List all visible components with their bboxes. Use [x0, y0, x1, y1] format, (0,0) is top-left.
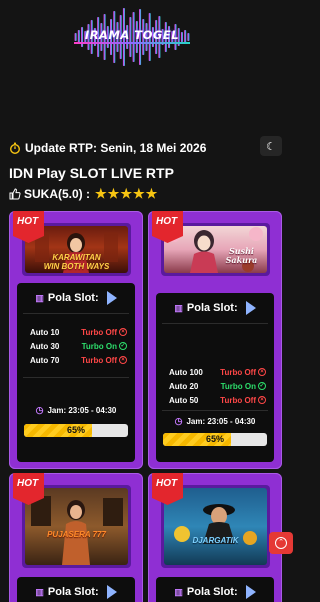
pattern-row: Auto 100 Turbo Off ×: [156, 365, 274, 379]
bar-chart-icon: ▥: [35, 292, 44, 303]
bar-chart-icon: ▥: [174, 586, 183, 597]
divider: [162, 410, 268, 411]
pola-header: ▥ Pola Slot:: [17, 585, 135, 599]
moon-icon: ☾: [266, 140, 276, 153]
pola-label: Pola Slot:: [186, 586, 238, 598]
pola-header: ▥ Pola Slot:: [17, 291, 135, 305]
play-icon[interactable]: [245, 301, 256, 315]
play-icon[interactable]: [245, 585, 256, 599]
turbo-status: Turbo Off ×: [81, 328, 127, 337]
pattern-row: Auto 10 Turbo Off ×: [17, 325, 135, 339]
auto-spin: Auto 30: [30, 341, 60, 351]
turbo-status: Turbo Off ×: [81, 356, 127, 365]
pola-label: Pola Slot:: [47, 292, 99, 304]
divider: [23, 377, 129, 378]
bar-chart-icon: ▥: [174, 302, 183, 313]
jam-label: Jam: 23:05 - 04:30: [186, 417, 256, 426]
rtp-progress-label: 65%: [66, 425, 85, 435]
pola-panel: ▥ Pola Slot:: [17, 577, 135, 602]
rating: SUKA(5.0) : ★★★★★: [9, 186, 158, 202]
pola-label: Pola Slot:: [186, 302, 238, 314]
jam-label: Jam: 23:05 - 04:30: [47, 406, 117, 415]
game-title: KARAWITAN WIN BOTH WAYS: [43, 253, 110, 271]
pattern-list: Auto 100 Turbo Off × Auto 20 Turbo On ✓ Au…: [156, 365, 274, 407]
theme-toggle-button[interactable]: ☾: [260, 136, 282, 156]
play-icon[interactable]: [106, 585, 117, 599]
scroll-top-button[interactable]: ⌃: [269, 532, 293, 554]
x-circle-icon: ×: [119, 328, 127, 337]
x-circle-icon: ×: [119, 356, 127, 365]
game-card-pujasera[interactable]: HOT PUJASERA 777 ▥ Pola Slot:: [9, 473, 143, 602]
check-circle-icon: ✓: [119, 342, 127, 351]
pola-panel: ▥ Pola Slot:: [156, 577, 274, 602]
hot-badge: HOT: [17, 478, 39, 489]
pola-header: ▥ Pola Slot:: [156, 301, 274, 315]
turbo-status: Turbo Off ×: [220, 396, 266, 405]
equalizer-bar: [187, 33, 190, 41]
chevron-up-icon: ⌃: [275, 537, 287, 549]
game-card-djargatik[interactable]: HOT DJARGATIK ▥ Pola Slot:: [148, 473, 282, 602]
game-title: PUJASERA 777: [47, 530, 106, 539]
rtp-progress-bar: 65%: [163, 433, 267, 446]
logo-text: IRAMA TOGEL: [84, 28, 180, 42]
check-circle-icon: ✓: [258, 382, 266, 391]
brand-logo[interactable]: IRAMA TOGEL: [74, 6, 190, 68]
update-rtp-label: Update RTP: Senin, 18 Mei 2026: [25, 141, 207, 155]
game-card-sushi-sakura[interactable]: HOT Sushi Sakura ▥ Pola Slot: Auto 100 T…: [148, 211, 282, 469]
pola-panel: ▥ Pola Slot: Auto 100 Turbo Off × Auto 20…: [156, 293, 274, 462]
rtp-progress-label: 65%: [205, 434, 224, 444]
divider: [23, 313, 129, 314]
x-circle-icon: ×: [258, 396, 266, 405]
pattern-row: Auto 30 Turbo On ✓: [17, 339, 135, 353]
update-rtp: Update RTP: Senin, 18 Mei 2026: [9, 141, 206, 155]
x-circle-icon: ×: [258, 368, 266, 377]
thumbs-up-icon: [9, 188, 21, 200]
pattern-row: Auto 50 Turbo Off ×: [156, 393, 274, 407]
rating-stars: ★★★★★: [95, 186, 159, 201]
turbo-status: Turbo On ✓: [220, 381, 266, 391]
bar-chart-icon: ▥: [35, 586, 44, 597]
logo-underline: [74, 42, 190, 44]
auto-spin: Auto 100: [169, 367, 203, 377]
play-icon[interactable]: [106, 291, 117, 305]
pola-header: ▥ Pola Slot:: [156, 585, 274, 599]
page-title: IDN Play SLOT LIVE RTP: [9, 165, 174, 181]
stopwatch-icon: [10, 142, 20, 154]
pola-label: Pola Slot:: [47, 586, 99, 598]
pola-panel: ▥ Pola Slot: Auto 10 Turbo Off × Auto 30 …: [17, 283, 135, 462]
divider: [162, 323, 268, 324]
pattern-row: Auto 70 Turbo Off ×: [17, 353, 135, 367]
game-title: Sushi Sakura: [225, 246, 258, 265]
rating-label: SUKA(5.0) :: [24, 187, 91, 201]
jam-time: ◷ Jam: 23:05 - 04:30: [156, 416, 274, 427]
jam-time: ◷ Jam: 23:05 - 04:30: [17, 405, 135, 416]
auto-spin: Auto 70: [30, 355, 60, 365]
auto-spin: Auto 10: [30, 327, 60, 337]
hot-badge: HOT: [17, 216, 39, 227]
game-title: DJARGATIK: [192, 536, 239, 545]
turbo-status: Turbo On ✓: [81, 341, 127, 351]
pattern-list: Auto 10 Turbo Off × Auto 30 Turbo On ✓ Aut…: [17, 325, 135, 367]
pattern-row: Auto 20 Turbo On ✓: [156, 379, 274, 393]
hot-badge: HOT: [156, 478, 178, 489]
clock-icon: ◷: [35, 405, 44, 415]
game-card-karawitan[interactable]: HOT KARAWITAN WIN BOTH WAYS ▥ Pola Slot:…: [9, 211, 143, 469]
auto-spin: Auto 20: [169, 381, 199, 391]
hot-badge: HOT: [156, 216, 178, 227]
auto-spin: Auto 50: [169, 395, 199, 405]
rtp-progress-bar: 65%: [24, 424, 128, 437]
clock-icon: ◷: [174, 416, 183, 426]
equalizer-bar: [74, 33, 77, 41]
turbo-status: Turbo Off ×: [220, 368, 266, 377]
